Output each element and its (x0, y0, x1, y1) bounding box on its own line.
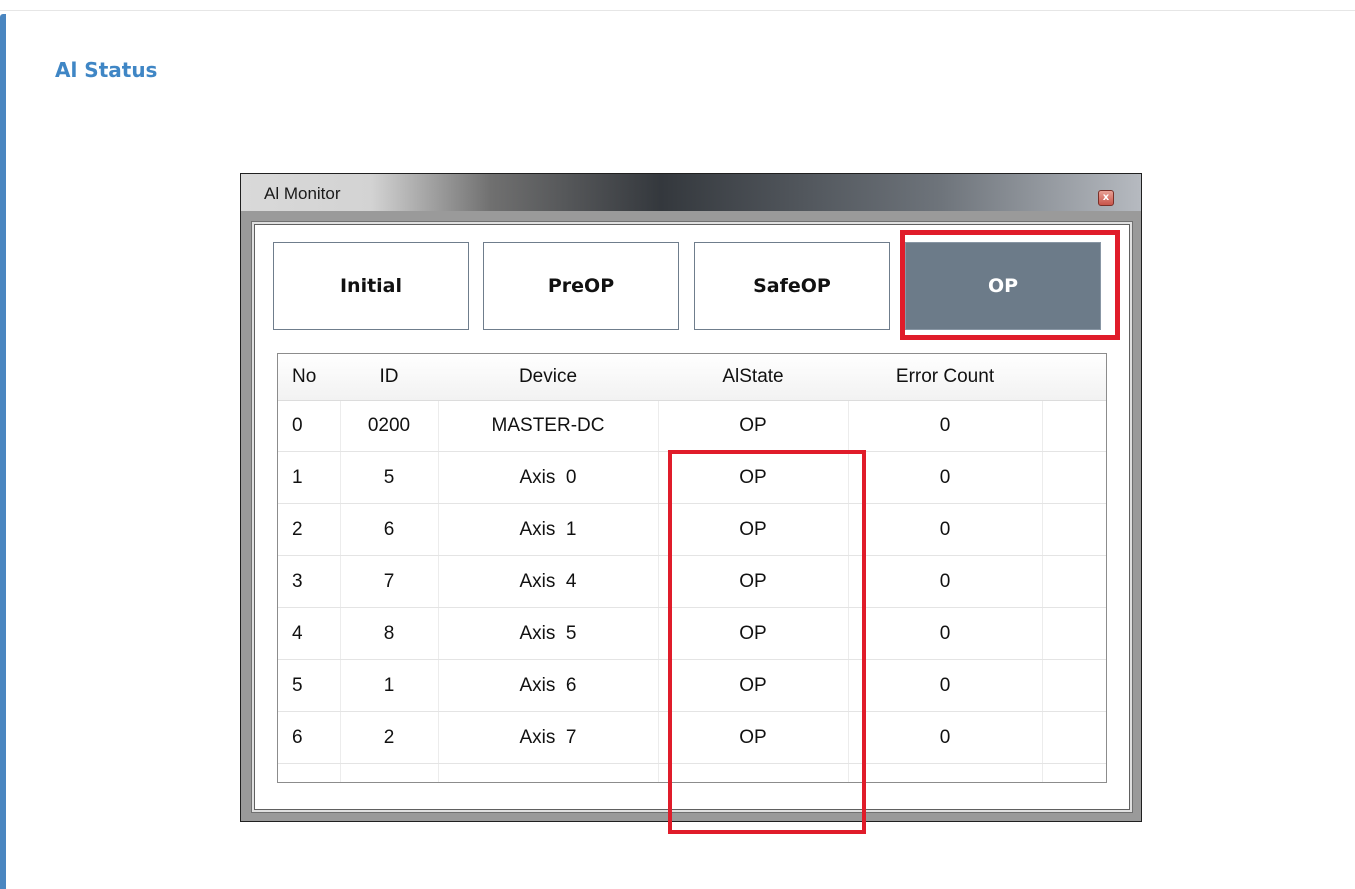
table-row[interactable]: 1 5 Axis 0 OP 0 (278, 452, 1106, 504)
top-divider (0, 10, 1355, 11)
table-row[interactable]: 5 1 Axis 6 OP 0 (278, 660, 1106, 712)
cell-device: Axis 0 (519, 466, 577, 488)
cell-no: 3 (292, 570, 303, 592)
cell-alstate: OP (739, 414, 767, 436)
cell-error-count: 0 (939, 674, 951, 696)
cell-id: 7 (383, 570, 395, 592)
section-title: Al Status (55, 58, 158, 82)
cell-id: 6 (383, 518, 395, 540)
cell-error-count: 0 (939, 518, 951, 540)
cell-alstate: OP (739, 570, 767, 592)
header-id[interactable]: ID (340, 354, 438, 400)
header-no[interactable]: No (278, 354, 340, 400)
table-row[interactable]: 6 2 Axis 7 OP 0 (278, 712, 1106, 764)
cell-error-count: 0 (939, 414, 951, 436)
cell-no: 6 (292, 726, 303, 748)
table-row[interactable]: 3 7 Axis 4 OP 0 (278, 556, 1106, 608)
table-row[interactable]: 4 8 Axis 5 OP 0 (278, 608, 1106, 660)
cell-id: 2 (383, 726, 395, 748)
header-device[interactable]: Device (438, 354, 658, 400)
preop-button[interactable]: PreOP (483, 242, 679, 330)
cell-no: 4 (292, 622, 303, 644)
close-icon[interactable]: x (1098, 190, 1114, 206)
cell-alstate: OP (739, 726, 767, 748)
cell-id: 5 (383, 466, 395, 488)
table-row[interactable]: 0 0200 MASTER-DC OP 0 (278, 400, 1106, 452)
cell-device: Axis 1 (519, 518, 577, 540)
cell-device: Axis 6 (519, 674, 577, 696)
header-error-count[interactable]: Error Count (848, 354, 1042, 400)
cell-alstate: OP (739, 622, 767, 644)
cell-error-count: 0 (939, 570, 951, 592)
cell-alstate: OP (739, 466, 767, 488)
cell-error-count: 0 (939, 726, 951, 748)
cell-no: 1 (292, 466, 303, 488)
cell-id: 8 (383, 622, 395, 644)
header-alstate[interactable]: AlState (658, 354, 848, 400)
table-row[interactable]: 2 6 Axis 1 OP 0 (278, 504, 1106, 556)
cell-device: MASTER-DC (491, 414, 605, 436)
cell-no: 0 (292, 414, 303, 436)
cell-no: 5 (292, 674, 303, 696)
table-header: No ID Device AlState Error Count (278, 354, 1106, 401)
window-client-area: Initial PreOP SafeOP OP No ID Device AlS… (254, 224, 1130, 834)
left-accent-bar (0, 14, 6, 889)
cell-device: Axis 5 (519, 622, 577, 644)
cell-id: 1 (383, 674, 395, 696)
slave-status-table[interactable]: No ID Device AlState Error Count 0 0200 … (277, 353, 1107, 783)
al-monitor-window: Al Monitor x Initial PreOP SafeOP OP No … (240, 173, 1142, 834)
initial-button[interactable]: Initial (273, 242, 469, 330)
cell-device: Axis 4 (519, 570, 577, 592)
window-title: Al Monitor (264, 184, 341, 203)
cell-alstate: OP (739, 674, 767, 696)
op-button[interactable]: OP (905, 242, 1101, 330)
cell-error-count: 0 (939, 622, 951, 644)
cell-id: 0200 (367, 414, 411, 436)
cell-no: 2 (292, 518, 303, 540)
window-titlebar[interactable]: Al Monitor x (241, 174, 1141, 211)
cell-alstate: OP (739, 518, 767, 540)
safeop-button[interactable]: SafeOP (694, 242, 890, 330)
cell-device: Axis 7 (519, 726, 577, 748)
cell-error-count: 0 (939, 466, 951, 488)
